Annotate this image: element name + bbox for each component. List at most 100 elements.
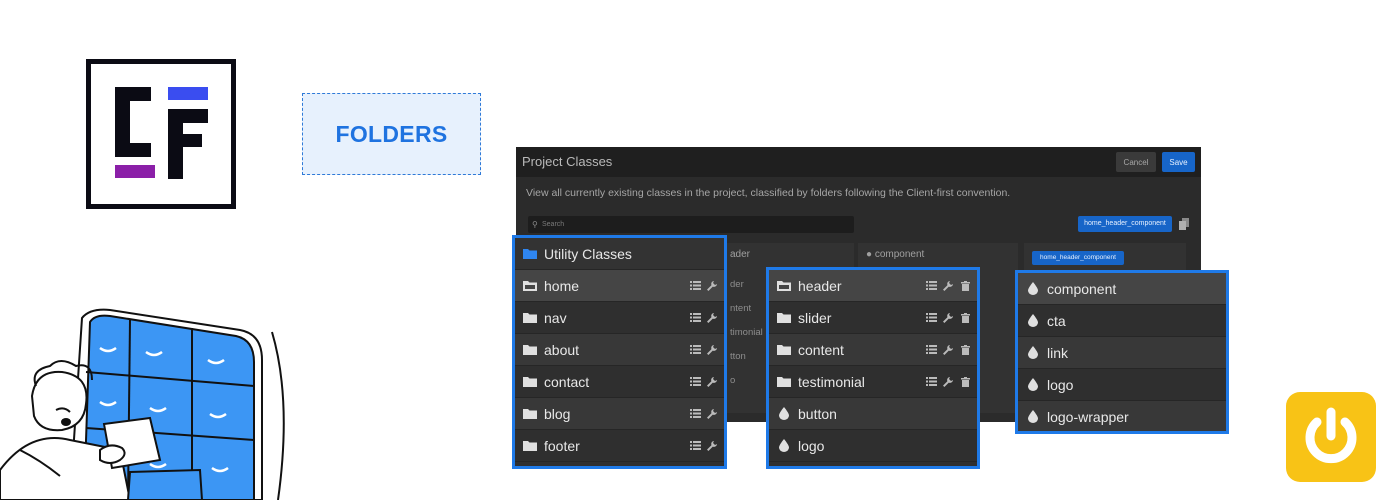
- folder-icon: [776, 343, 792, 357]
- folder-open-icon: [522, 279, 538, 293]
- class-label: logo-wrapper: [1047, 408, 1129, 425]
- client-first-logo: [86, 59, 236, 209]
- drop-icon: [776, 407, 792, 421]
- folder-label: testimonial: [798, 373, 865, 390]
- folder-label: blog: [544, 405, 571, 422]
- folder-row-about[interactable]: about: [515, 334, 724, 366]
- filing-cabinet-illustration: [0, 300, 300, 500]
- wrench-icon[interactable]: [706, 280, 718, 292]
- folder-label: footer: [544, 437, 580, 454]
- bg-line: tton: [730, 351, 746, 362]
- list-icon[interactable]: [925, 280, 937, 292]
- drop-icon: [1025, 314, 1041, 328]
- folders-badge-label: FOLDERS: [335, 120, 448, 147]
- trash-icon[interactable]: [959, 312, 971, 324]
- folder-row-nav[interactable]: nav: [515, 302, 724, 334]
- window-description: View all currently existing classes in t…: [526, 187, 1011, 199]
- folder-row-slider[interactable]: slider: [769, 302, 977, 334]
- utility-classes-title: Utility Classes: [544, 245, 632, 262]
- class-row-cta[interactable]: cta: [1018, 305, 1226, 337]
- utility-classes-panel: Utility Classes home nav about contact b…: [512, 235, 727, 469]
- list-icon[interactable]: [689, 408, 701, 420]
- folders-badge: FOLDERS: [302, 93, 481, 175]
- drop-icon: [776, 439, 792, 453]
- drop-icon: ●: [866, 249, 873, 260]
- class-label: link: [1047, 344, 1069, 361]
- list-icon[interactable]: [689, 344, 701, 356]
- trash-icon[interactable]: [959, 376, 971, 388]
- drop-icon: [1025, 378, 1041, 392]
- header-folder-panel: component cta link logo logo-wrapper: [1015, 270, 1229, 434]
- class-label: logo: [798, 437, 825, 454]
- cancel-button[interactable]: Cancel: [1116, 152, 1156, 172]
- wrench-icon[interactable]: [706, 344, 718, 356]
- home-folder-panel: header slider content testimonial button…: [766, 267, 980, 469]
- folder-row-footer[interactable]: footer: [515, 430, 724, 462]
- window-title: Project Classes: [522, 154, 613, 169]
- wrench-icon[interactable]: [942, 344, 954, 356]
- bg-column-head: ● component: [866, 249, 924, 260]
- class-row-component[interactable]: component: [1018, 273, 1226, 305]
- folder-open-icon: [776, 279, 792, 293]
- list-icon[interactable]: [925, 376, 937, 388]
- folder-icon: [522, 375, 538, 389]
- folder-label: slider: [798, 309, 832, 326]
- power-icon: [1286, 392, 1376, 482]
- class-row-logo-wrapper[interactable]: logo-wrapper: [1018, 401, 1226, 431]
- wrench-icon[interactable]: [706, 440, 718, 452]
- wrench-icon[interactable]: [942, 280, 954, 292]
- folder-icon: [522, 407, 538, 421]
- list-icon[interactable]: [689, 312, 701, 324]
- bg-column-head-label: component: [874, 249, 925, 260]
- list-icon[interactable]: [689, 376, 701, 388]
- search-icon: ⚲: [532, 220, 538, 229]
- bg-line: ntent: [730, 303, 752, 314]
- class-label: button: [798, 405, 837, 422]
- class-row-logo[interactable]: logo: [1018, 369, 1226, 401]
- wrench-icon[interactable]: [706, 408, 718, 420]
- trash-icon[interactable]: [959, 280, 971, 292]
- bg-line: timonial: [730, 327, 763, 338]
- list-icon[interactable]: [925, 344, 937, 356]
- search-input[interactable]: ⚲ Search: [528, 216, 854, 233]
- folder-row-testimonial[interactable]: testimonial: [769, 366, 977, 398]
- window-titlebar: Project Classes Cancel Save: [516, 147, 1201, 177]
- list-icon[interactable]: [925, 312, 937, 324]
- save-button[interactable]: Save: [1162, 152, 1195, 172]
- folder-row-contact[interactable]: contact: [515, 366, 724, 398]
- class-label: cta: [1047, 312, 1066, 329]
- folder-label: about: [544, 341, 580, 358]
- folder-row-content[interactable]: content: [769, 334, 977, 366]
- folder-row-home[interactable]: home: [515, 270, 724, 302]
- folder-label: home: [544, 277, 580, 294]
- column-class-chip[interactable]: home_header_component: [1032, 251, 1124, 265]
- folder-icon: [522, 343, 538, 357]
- copy-icon[interactable]: [1179, 218, 1189, 230]
- selected-class-chip[interactable]: home_header_component: [1078, 216, 1172, 232]
- folder-icon: [522, 247, 538, 261]
- folder-icon: [776, 311, 792, 325]
- wrench-icon[interactable]: [706, 312, 718, 324]
- bg-line: o: [730, 375, 736, 386]
- wrench-icon[interactable]: [706, 376, 718, 388]
- class-row-logo[interactable]: logo: [769, 430, 977, 462]
- wrench-icon[interactable]: [942, 376, 954, 388]
- class-label: component: [1047, 280, 1117, 297]
- class-row-link[interactable]: link: [1018, 337, 1226, 369]
- utility-classes-header[interactable]: Utility Classes: [515, 238, 724, 270]
- search-placeholder: Search: [542, 221, 565, 228]
- wrench-icon[interactable]: [942, 312, 954, 324]
- folder-icon: [776, 375, 792, 389]
- folder-row-blog[interactable]: blog: [515, 398, 724, 430]
- folder-label: nav: [544, 309, 567, 326]
- class-label: logo: [1047, 376, 1074, 393]
- trash-icon[interactable]: [959, 344, 971, 356]
- class-row-button[interactable]: button: [769, 398, 977, 430]
- bg-line: der: [730, 279, 744, 290]
- folder-icon: [522, 439, 538, 453]
- folder-row-header[interactable]: header: [769, 270, 977, 302]
- drop-icon: [1025, 346, 1041, 360]
- list-icon[interactable]: [689, 280, 701, 292]
- list-icon[interactable]: [689, 440, 701, 452]
- folder-label: content: [798, 341, 844, 358]
